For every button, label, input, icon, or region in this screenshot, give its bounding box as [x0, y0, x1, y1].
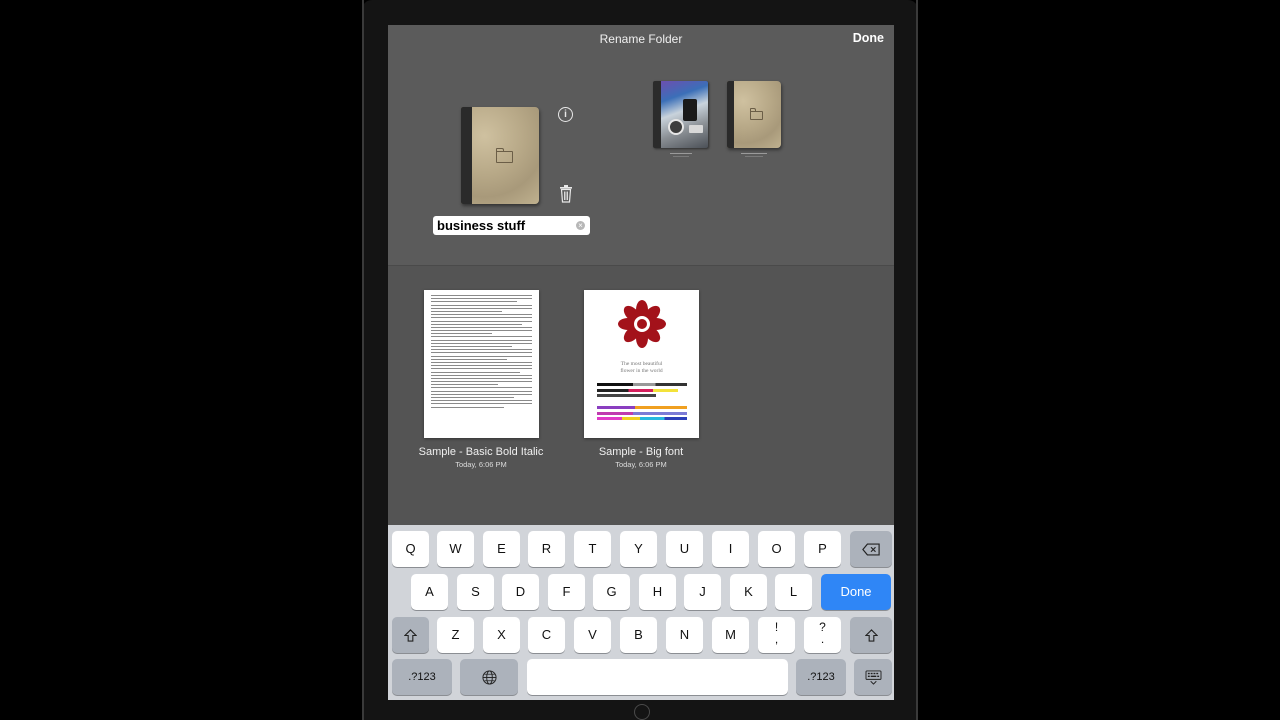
numbers-key-left[interactable]: .?123 — [392, 659, 452, 695]
folder-cover[interactable] — [461, 107, 539, 204]
keyboard-dismiss-key[interactable] — [854, 659, 892, 695]
backspace-icon — [862, 543, 880, 556]
key-s[interactable]: S — [457, 574, 494, 610]
document-thumbnail-basic[interactable] — [424, 290, 539, 438]
key-p[interactable]: P — [804, 531, 841, 567]
shift-key-left[interactable] — [392, 617, 429, 653]
shift-icon — [403, 629, 418, 642]
key-n[interactable]: N — [666, 617, 703, 653]
folder-thumbnail-label — [727, 152, 781, 162]
folder-thumbnail[interactable] — [727, 81, 781, 148]
globe-key[interactable] — [460, 659, 518, 695]
key-question-period[interactable]: ? . — [804, 617, 841, 653]
key-i[interactable]: I — [712, 531, 749, 567]
notebook-thumbnail-label — [653, 152, 708, 162]
tablet-edge-right — [916, 0, 918, 720]
key-v[interactable]: V — [574, 617, 611, 653]
info-icon[interactable]: i — [558, 107, 573, 122]
done-button[interactable]: Done — [853, 31, 884, 45]
clear-icon[interactable]: × — [576, 221, 585, 230]
key-e[interactable]: E — [483, 531, 520, 567]
key-g[interactable]: G — [593, 574, 630, 610]
space-key[interactable] — [527, 659, 788, 695]
keyboard-dismiss-icon — [865, 670, 881, 685]
key-c[interactable]: C — [528, 617, 565, 653]
folder-icon — [495, 148, 513, 163]
rename-panel: Rename Folder Done i × — [388, 25, 894, 265]
document-date: Today, 6:06 PM — [455, 460, 507, 469]
numbers-key-right[interactable]: .?123 — [796, 659, 846, 695]
flower-icon — [618, 300, 666, 348]
key-w[interactable]: W — [437, 531, 474, 567]
on-screen-keyboard: Q W E R T Y U I O P A S D F G H J K L Do… — [388, 525, 894, 700]
folder-name-input[interactable] — [437, 216, 567, 235]
document-title: Sample - Big font — [598, 446, 684, 458]
preview-styled-text — [597, 383, 687, 420]
key-z[interactable]: Z — [437, 617, 474, 653]
key-l[interactable]: L — [775, 574, 812, 610]
document-thumbnail-bigfont[interactable]: The most beautiful flower in the world — [584, 290, 699, 438]
key-k[interactable]: K — [730, 574, 767, 610]
screen: Rename Folder Done i × — [388, 25, 894, 700]
shift-key-right[interactable] — [850, 617, 892, 653]
key-j[interactable]: J — [684, 574, 721, 610]
preview-heading: The most beautiful flower in the world — [620, 361, 663, 374]
tablet-edge-left — [362, 0, 364, 720]
key-x[interactable]: X — [483, 617, 520, 653]
document-title: Sample - Basic Bold Italic — [418, 446, 544, 458]
notebook-thumbnail[interactable] — [653, 81, 708, 148]
key-t[interactable]: T — [574, 531, 611, 567]
key-h[interactable]: H — [639, 574, 676, 610]
shift-icon — [864, 629, 878, 642]
home-button[interactable] — [634, 704, 650, 720]
key-exclaim-comma[interactable]: ! , — [758, 617, 795, 653]
document-date: Today, 6:06 PM — [615, 460, 667, 469]
globe-icon — [481, 670, 497, 685]
page-title: Rename Folder — [599, 32, 683, 46]
panel-divider — [388, 265, 894, 266]
key-d[interactable]: D — [502, 574, 539, 610]
key-q[interactable]: Q — [392, 531, 429, 567]
key-y[interactable]: Y — [620, 531, 657, 567]
key-u[interactable]: U — [666, 531, 703, 567]
key-b[interactable]: B — [620, 617, 657, 653]
key-m[interactable]: M — [712, 617, 749, 653]
done-key[interactable]: Done — [821, 574, 891, 610]
backspace-key[interactable] — [850, 531, 892, 567]
key-f[interactable]: F — [548, 574, 585, 610]
key-o[interactable]: O — [758, 531, 795, 567]
trash-icon[interactable] — [559, 185, 573, 203]
key-a[interactable]: A — [411, 574, 448, 610]
key-r[interactable]: R — [528, 531, 565, 567]
folder-name-field[interactable]: × — [433, 216, 590, 235]
